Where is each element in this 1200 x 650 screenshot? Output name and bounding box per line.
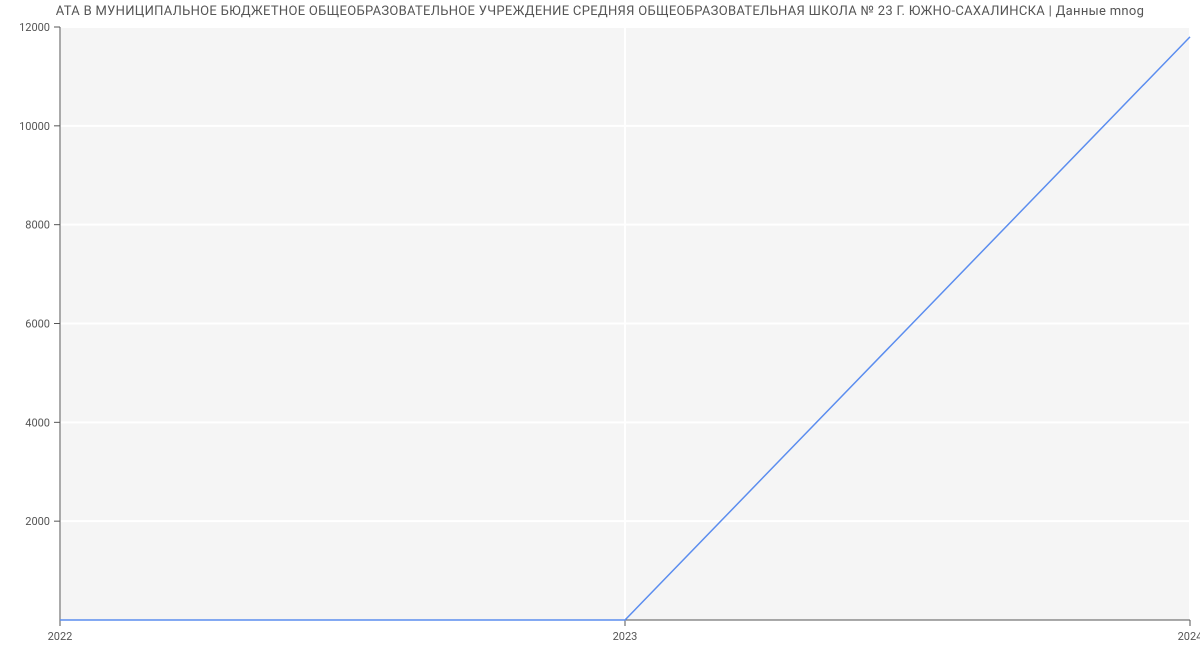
y-tick-label: 10000 [19, 120, 50, 133]
y-tick-label: 4000 [25, 416, 50, 429]
y-tick-label: 6000 [25, 318, 50, 331]
y-tick-label: 2000 [25, 515, 50, 528]
x-tick-label: 2023 [613, 630, 638, 643]
x-tick-label: 2024 [1178, 630, 1200, 643]
chart-svg: 2000 4000 6000 8000 10000 12000 2022 2023 2024 [0, 22, 1200, 650]
y-tick-label: 12000 [19, 22, 50, 34]
y-tick-label: 8000 [25, 219, 50, 232]
x-tick-label: 2022 [48, 630, 73, 643]
chart-area: 2000 4000 6000 8000 10000 12000 2022 2023 2024 [0, 22, 1200, 650]
chart-title: АТА В МУНИЦИПАЛЬНОЕ БЮДЖЕТНОЕ ОБЩЕОБРАЗО… [0, 0, 1200, 23]
